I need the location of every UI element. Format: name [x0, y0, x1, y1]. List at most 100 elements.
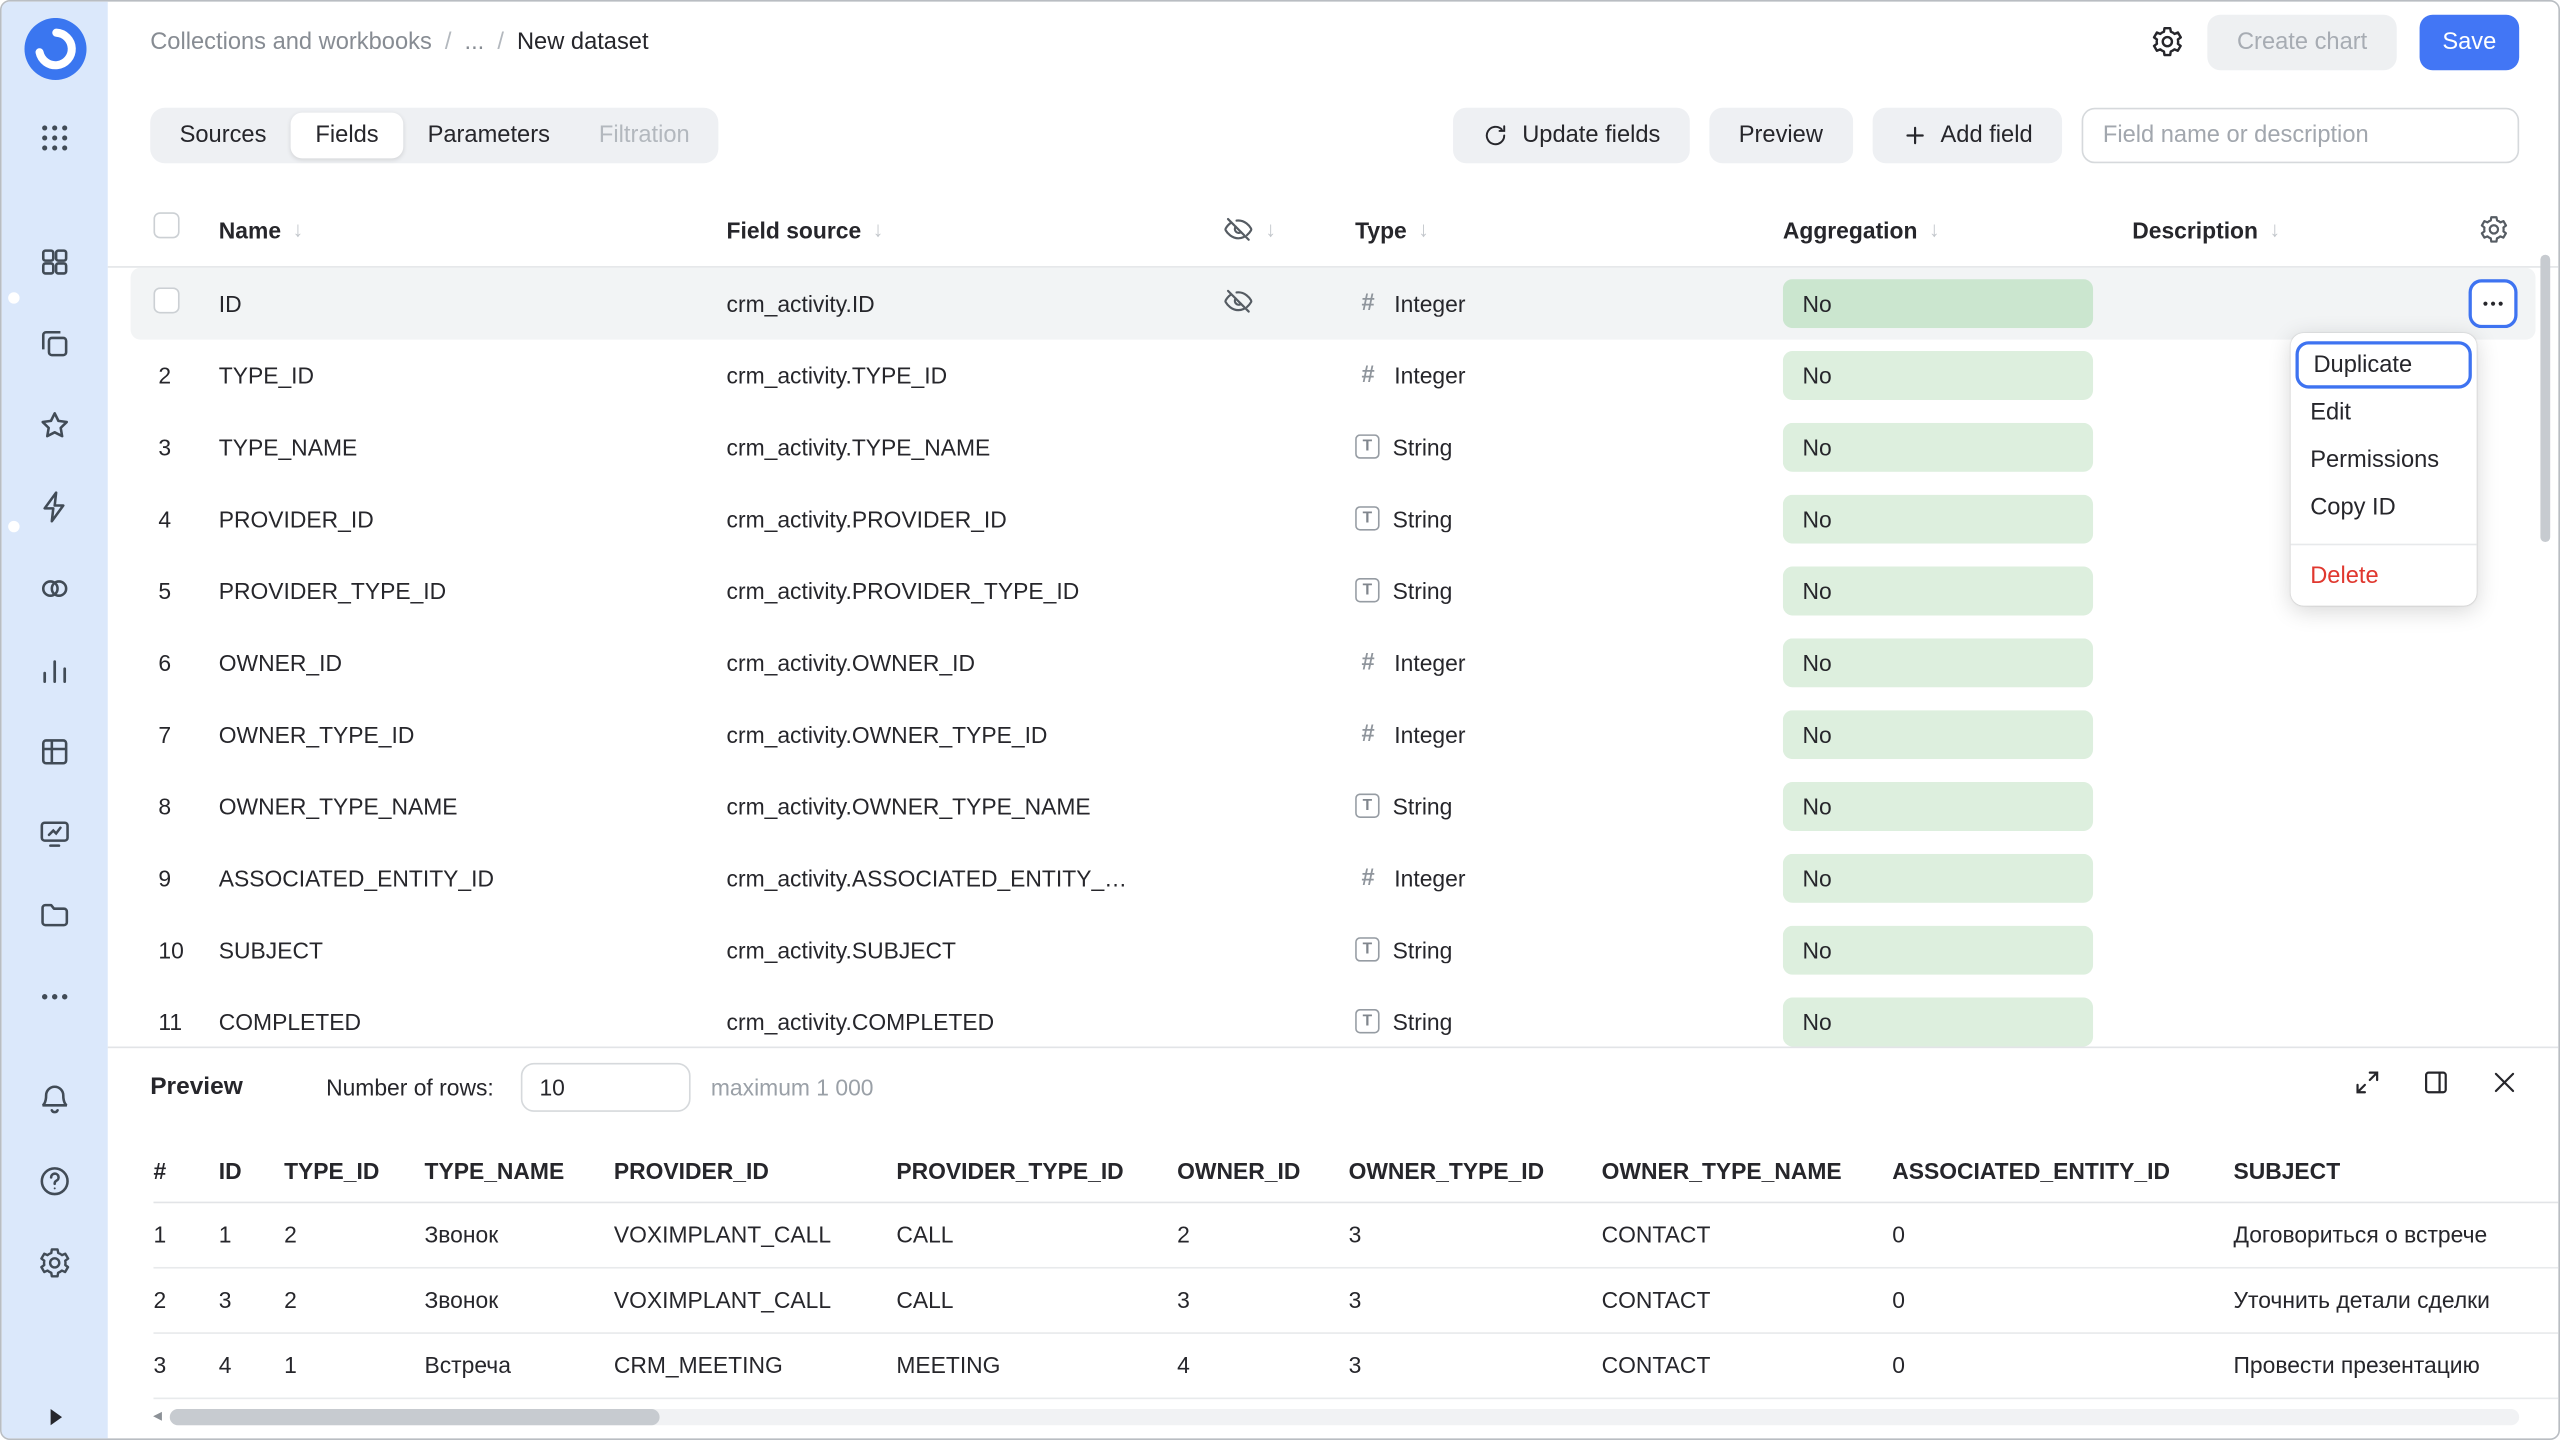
- aggregation-select[interactable]: No: [1782, 709, 2094, 759]
- column-header-description[interactable]: Description ↓: [2132, 217, 2450, 243]
- notifications-bell-icon[interactable]: [37, 1081, 73, 1117]
- sidebar: [1, 1, 108, 1439]
- aggregation-select[interactable]: No: [1782, 565, 2094, 615]
- breadcrumb-separator: /: [497, 29, 504, 56]
- dataset-toolbar: Sources Fields Parameters Filtration Update…: [108, 106, 2559, 165]
- integer-type-icon: #: [1361, 864, 1375, 891]
- type-label: String: [1392, 1008, 1453, 1035]
- field-row[interactable]: 10 SUBJECT crm_activity.SUBJECT T String…: [131, 914, 2536, 986]
- field-row[interactable]: 3 TYPE_NAME crm_activity.TYPE_NAME T Str…: [131, 411, 2536, 483]
- vertical-scrollbar-thumb[interactable]: [2540, 254, 2551, 543]
- breadcrumb-current: New dataset: [516, 29, 649, 56]
- sort-arrow-icon: ↓: [2269, 217, 2281, 242]
- projects-folder-icon[interactable]: [37, 896, 73, 932]
- horizontal-scrollbar-thumb[interactable]: [169, 1408, 660, 1426]
- connections-lightning-icon[interactable]: [37, 488, 73, 524]
- create-chart-button[interactable]: Create chart: [2207, 14, 2397, 71]
- scroll-left-icon[interactable]: ◄: [150, 1409, 166, 1425]
- tab-parameters[interactable]: Parameters: [403, 112, 574, 158]
- split-view-icon[interactable]: [2421, 1069, 2450, 1107]
- sidebar-settings-gear-icon[interactable]: [37, 1244, 73, 1280]
- datalens-logo-icon[interactable]: [23, 17, 86, 80]
- aggregation-select[interactable]: No: [1782, 924, 2094, 974]
- field-source: crm_activity.TYPE_ID: [726, 361, 948, 388]
- field-row[interactable]: 7 OWNER_TYPE_ID crm_activity.OWNER_TYPE_…: [131, 698, 2536, 770]
- field-row[interactable]: 6 OWNER_ID crm_activity.OWNER_ID # Integ…: [131, 626, 2536, 698]
- preview-cell: Звонок: [424, 1287, 499, 1314]
- aggregation-select[interactable]: No: [1782, 853, 2094, 903]
- aggregation-select[interactable]: No: [1782, 350, 2094, 400]
- update-fields-button[interactable]: Update fields: [1453, 107, 1690, 163]
- aggregation-select[interactable]: No: [1782, 278, 2094, 328]
- tab-sources[interactable]: Sources: [155, 112, 291, 158]
- menu-item-copy-id[interactable]: Copy ID: [2291, 483, 2477, 530]
- aggregation-select[interactable]: No: [1782, 996, 2094, 1046]
- tiles-icon[interactable]: [37, 243, 73, 279]
- row-number: 6: [158, 649, 172, 676]
- header-settings-gear-icon[interactable]: [2150, 25, 2184, 59]
- dataset-tabs: Sources Fields Parameters Filtration: [150, 107, 720, 163]
- close-preview-icon[interactable]: [2490, 1069, 2519, 1107]
- datasets-rings-icon[interactable]: [37, 570, 73, 606]
- field-row[interactable]: 11 COMPLETED crm_activity.COMPLETED T St…: [131, 985, 2536, 1046]
- sort-arrow-icon: ↓: [1928, 217, 1940, 242]
- field-row[interactable]: 4 PROVIDER_ID crm_activity.PROVIDER_ID T…: [131, 483, 2536, 555]
- column-header-field-source[interactable]: Field source ↓: [727, 217, 1200, 243]
- sidebar-bottom: [37, 1081, 73, 1280]
- breadcrumb-root[interactable]: Collections and workbooks: [150, 29, 432, 55]
- charts-bar-icon[interactable]: [37, 651, 73, 687]
- field-row[interactable]: 9 ASSOCIATED_ENTITY_ID crm_activity.ASSO…: [131, 842, 2536, 914]
- column-header-hidden[interactable]: ↓: [1200, 214, 1355, 245]
- expand-sidebar-icon[interactable]: [43, 1406, 66, 1427]
- preview-button[interactable]: Preview: [1709, 107, 1853, 163]
- row-checkbox[interactable]: [153, 287, 180, 314]
- save-button[interactable]: Save: [2419, 14, 2520, 71]
- field-name: TYPE_NAME: [218, 433, 358, 460]
- horizontal-scrollbar-track[interactable]: [169, 1408, 2520, 1426]
- type-label: String: [1392, 936, 1453, 963]
- column-header-aggregation[interactable]: Aggregation ↓: [1783, 217, 2132, 243]
- tab-fields[interactable]: Fields: [290, 112, 404, 158]
- aggregation-select[interactable]: No: [1782, 781, 2094, 831]
- field-row[interactable]: 5 PROVIDER_TYPE_ID crm_activity.PROVIDER…: [131, 554, 2536, 626]
- preview-cell: 3: [1348, 1222, 1362, 1249]
- breadcrumb-collapsed[interactable]: ...: [465, 29, 485, 55]
- aggregation-select[interactable]: No: [1782, 422, 2094, 472]
- field-row[interactable]: 8 OWNER_TYPE_NAME crm_activity.OWNER_TYP…: [131, 770, 2536, 842]
- columns-settings-gear-icon[interactable]: [2478, 214, 2509, 245]
- menu-item-delete[interactable]: Delete: [2291, 552, 2477, 599]
- preview-cell: CONTACT: [1601, 1222, 1711, 1249]
- field-row[interactable]: 2 TYPE_ID crm_activity.TYPE_ID # Integer…: [131, 339, 2536, 411]
- menu-item-duplicate[interactable]: Duplicate: [2295, 341, 2472, 389]
- rows-count-input[interactable]: [521, 1062, 692, 1112]
- row-menu-button[interactable]: [2468, 278, 2518, 328]
- apps-grid-icon[interactable]: [37, 119, 73, 155]
- column-header-name[interactable]: Name ↓: [219, 217, 727, 243]
- aggregation-select[interactable]: No: [1782, 493, 2094, 543]
- field-search-input[interactable]: [2081, 107, 2520, 163]
- sort-arrow-icon: ↓: [872, 217, 884, 242]
- more-ellipsis-icon[interactable]: [37, 978, 73, 1014]
- aggregation-select[interactable]: No: [1782, 637, 2094, 687]
- type-label: Integer: [1394, 649, 1466, 676]
- rows-count-label: Number of rows:: [326, 1074, 494, 1101]
- preview-cell: CRM_MEETING: [613, 1352, 783, 1379]
- expand-preview-icon[interactable]: [2353, 1069, 2382, 1107]
- menu-item-edit[interactable]: Edit: [2291, 389, 2477, 436]
- add-field-button[interactable]: Add field: [1871, 107, 2063, 163]
- badge-dot: [8, 292, 20, 304]
- field-source: crm_activity.PROVIDER_ID: [726, 505, 1007, 532]
- select-all-checkbox[interactable]: [153, 212, 180, 239]
- collections-icon[interactable]: [37, 325, 73, 361]
- favorites-star-icon[interactable]: [37, 407, 73, 443]
- preview-header: Preview Number of rows: maximum 1 000: [108, 1048, 2559, 1126]
- help-icon[interactable]: [37, 1162, 73, 1198]
- column-header-type[interactable]: Type ↓: [1355, 217, 1783, 243]
- menu-item-permissions[interactable]: Permissions: [2291, 436, 2477, 483]
- tab-filtration[interactable]: Filtration: [574, 112, 714, 158]
- dashboards-monitor-icon[interactable]: [37, 815, 73, 851]
- field-row[interactable]: 1 ID crm_activity.ID # Integer No: [130, 267, 2536, 339]
- tables-grid-icon[interactable]: [37, 733, 73, 769]
- field-name: TYPE_ID: [218, 361, 315, 388]
- badge-dot: [8, 520, 20, 533]
